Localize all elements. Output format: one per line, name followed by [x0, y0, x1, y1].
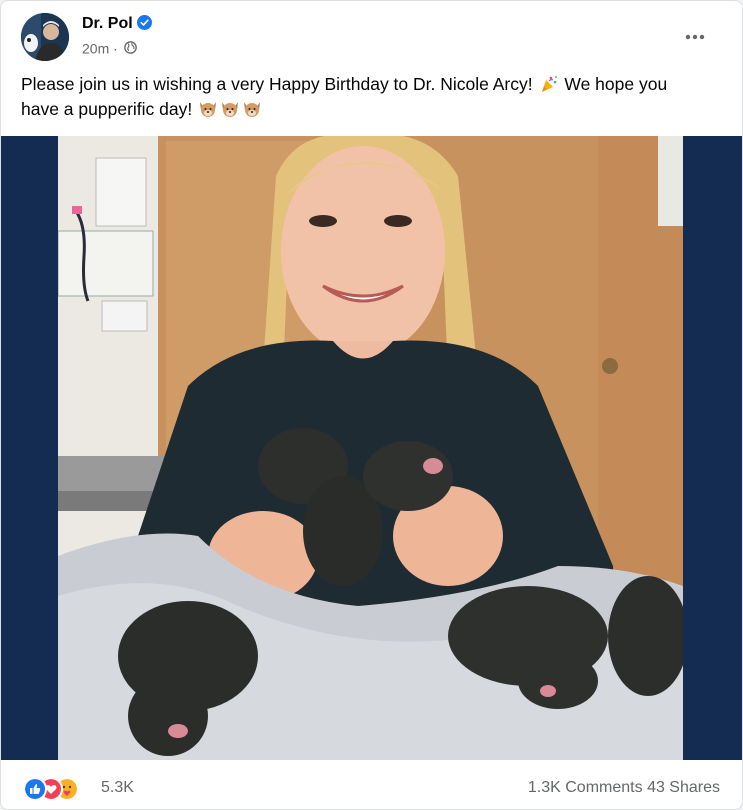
author-name-text[interactable]: Dr. Pol [82, 15, 133, 32]
post-header: Dr. Pol 20m · [21, 13, 721, 61]
more-options-icon[interactable] [681, 23, 709, 51]
reaction-count[interactable]: 5.3K [101, 779, 134, 797]
like-reaction-icon [23, 777, 47, 801]
caption-text-1b: We hope you [564, 74, 668, 94]
post-footer: 5.3K 1.3K Comments 43 Shares [1, 760, 742, 809]
dog-face-emoji [244, 102, 261, 117]
dog-face-emoji [222, 102, 239, 117]
post-card: Dr. Pol 20m · Please join us in wishing … [0, 0, 743, 810]
author-name[interactable]: Dr. Pol [82, 15, 152, 33]
post-media[interactable] [1, 136, 742, 760]
author-avatar[interactable] [21, 13, 69, 61]
post-timestamp[interactable]: 20m [82, 40, 109, 56]
dog-face-emoji [200, 102, 217, 117]
caption-text-1: Please join us in wishing a very Happy B… [21, 74, 533, 94]
caption-text-2: have a pupperific day! [21, 99, 193, 119]
verified-badge-icon [136, 15, 152, 30]
meta-separator: · [113, 40, 118, 57]
comments-count[interactable]: 1.3K Comments [528, 779, 643, 796]
globe-icon[interactable] [123, 41, 137, 54]
shares-count[interactable]: 43 Shares [647, 779, 720, 796]
post-meta: 20m · [82, 39, 137, 56]
engagement-stats: 1.3K Comments 43 Shares [528, 779, 720, 797]
post-photo[interactable] [58, 136, 683, 760]
post-caption: Please join us in wishing a very Happy B… [21, 72, 726, 122]
party-popper-emoji [541, 76, 557, 92]
